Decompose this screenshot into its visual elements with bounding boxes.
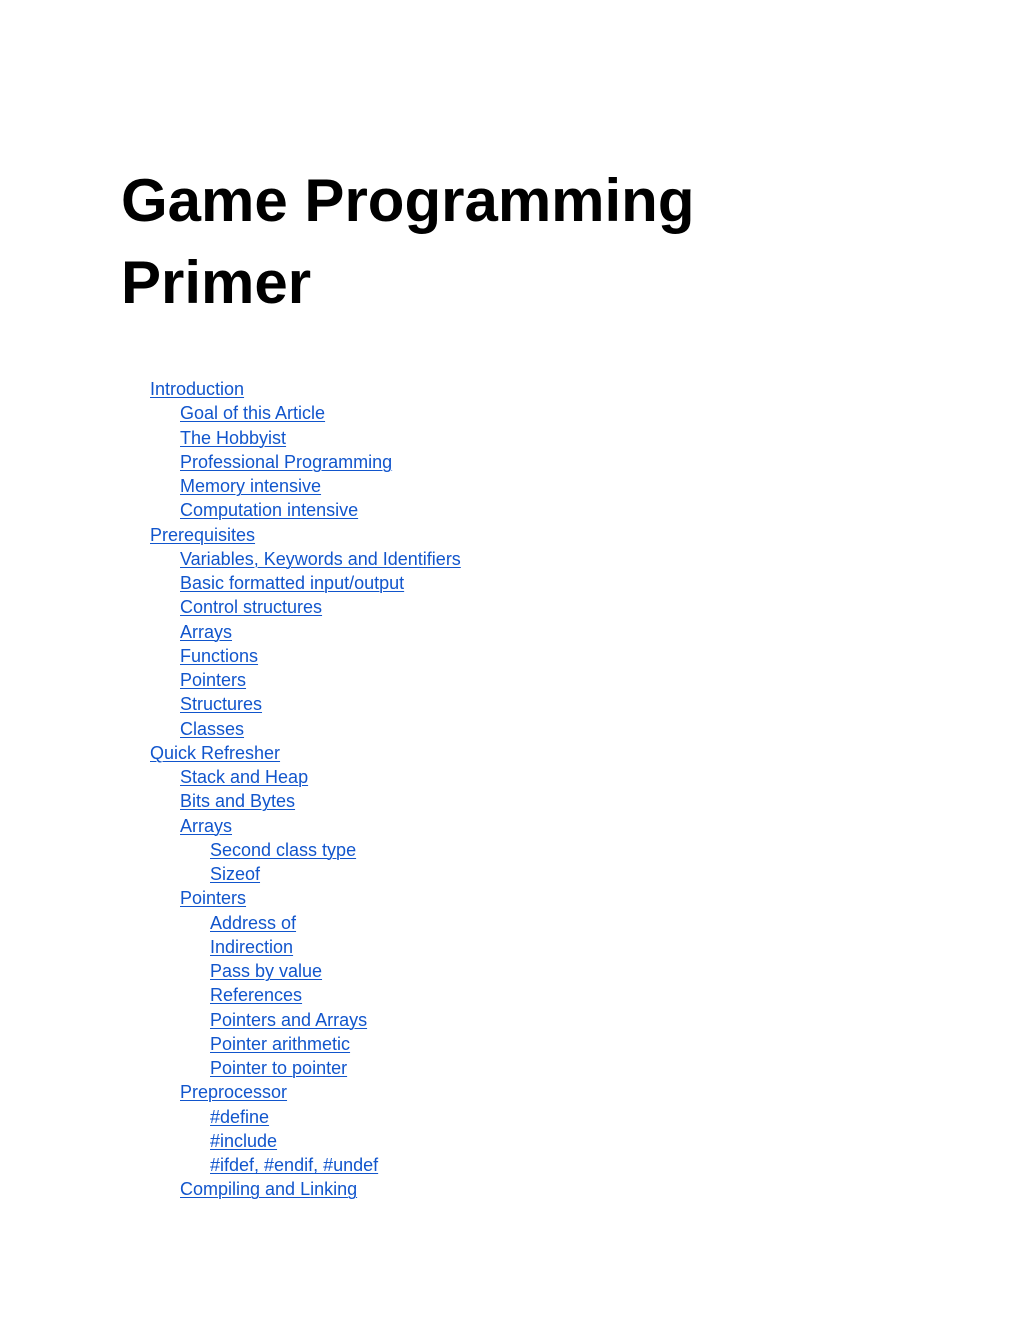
toc-link[interactable]: Second class type: [210, 840, 356, 860]
toc-link[interactable]: Control structures: [180, 597, 322, 617]
toc-link[interactable]: Prerequisites: [150, 525, 255, 545]
toc-link[interactable]: Functions: [180, 646, 258, 666]
toc-entry: Introduction: [150, 377, 461, 401]
toc-link[interactable]: Introduction: [150, 379, 244, 399]
toc-link[interactable]: Professional Programming: [180, 452, 392, 472]
toc-entry: Pass by value: [150, 959, 461, 983]
toc-entry: Second class type: [150, 838, 461, 862]
toc-entry: Stack and Heap: [150, 765, 461, 789]
toc-entry: Prerequisites: [150, 523, 461, 547]
toc-link[interactable]: Basic formatted input/output: [180, 573, 404, 593]
toc-entry: Pointer to pointer: [150, 1056, 461, 1080]
toc-entry: Quick Refresher: [150, 741, 461, 765]
toc-link[interactable]: Pointers and Arrays: [210, 1010, 367, 1030]
toc-entry: Arrays: [150, 814, 461, 838]
toc-entry: Memory intensive: [150, 474, 461, 498]
toc-link[interactable]: Preprocessor: [180, 1082, 287, 1102]
toc-entry: Compiling and Linking: [150, 1177, 461, 1201]
toc-entry: The Hobbyist: [150, 426, 461, 450]
toc-link[interactable]: Pass by value: [210, 961, 322, 981]
toc-link[interactable]: References: [210, 985, 302, 1005]
toc-link[interactable]: Arrays: [180, 622, 232, 642]
toc-link[interactable]: Memory intensive: [180, 476, 321, 496]
toc-entry: Indirection: [150, 935, 461, 959]
toc-link[interactable]: Pointer arithmetic: [210, 1034, 350, 1054]
toc-link[interactable]: Pointers: [180, 670, 246, 690]
toc-entry: Classes: [150, 717, 461, 741]
toc-entry: #define: [150, 1105, 461, 1129]
toc-link[interactable]: #ifdef, #endif, #undef: [210, 1155, 378, 1175]
toc-entry: Control structures: [150, 595, 461, 619]
toc-link[interactable]: Address of: [210, 913, 296, 933]
toc-link[interactable]: Pointers: [180, 888, 246, 908]
toc-entry: Goal of this Article: [150, 401, 461, 425]
toc-entry: Professional Programming: [150, 450, 461, 474]
toc-entry: Address of: [150, 911, 461, 935]
toc-link[interactable]: Sizeof: [210, 864, 260, 884]
toc-link[interactable]: Goal of this Article: [180, 403, 325, 423]
toc-entry: Functions: [150, 644, 461, 668]
toc-link[interactable]: Arrays: [180, 816, 232, 836]
toc-link[interactable]: Structures: [180, 694, 262, 714]
toc-entry: Pointers and Arrays: [150, 1008, 461, 1032]
toc-entry: Variables, Keywords and Identifiers: [150, 547, 461, 571]
toc-link[interactable]: #include: [210, 1131, 277, 1151]
toc-entry: Pointer arithmetic: [150, 1032, 461, 1056]
toc-entry: Computation intensive: [150, 498, 461, 522]
toc-entry: #include: [150, 1129, 461, 1153]
toc-link[interactable]: The Hobbyist: [180, 428, 286, 448]
toc-entry: Preprocessor: [150, 1080, 461, 1104]
toc-entry: Pointers: [150, 886, 461, 910]
toc-link[interactable]: Pointer to pointer: [210, 1058, 347, 1078]
toc-link[interactable]: #define: [210, 1107, 269, 1127]
toc-entry: References: [150, 983, 461, 1007]
toc-entry: Structures: [150, 692, 461, 716]
toc-link[interactable]: Stack and Heap: [180, 767, 308, 787]
toc-link[interactable]: Classes: [180, 719, 244, 739]
toc-link[interactable]: Variables, Keywords and Identifiers: [180, 549, 461, 569]
toc-entry: Sizeof: [150, 862, 461, 886]
toc-entry: #ifdef, #endif, #undef: [150, 1153, 461, 1177]
toc-link[interactable]: Compiling and Linking: [180, 1179, 357, 1199]
toc-link[interactable]: Computation intensive: [180, 500, 358, 520]
toc-link[interactable]: Bits and Bytes: [180, 791, 295, 811]
toc-link[interactable]: Indirection: [210, 937, 293, 957]
page-title: Game Programming Primer: [121, 167, 695, 316]
toc-entry: Pointers: [150, 668, 461, 692]
toc-entry: Bits and Bytes: [150, 789, 461, 813]
table-of-contents: Introduction Goal of this Article The Hobb…: [150, 377, 461, 1202]
toc-link[interactable]: Quick Refresher: [150, 743, 280, 763]
toc-entry: Arrays: [150, 620, 461, 644]
toc-entry: Basic formatted input/output: [150, 571, 461, 595]
